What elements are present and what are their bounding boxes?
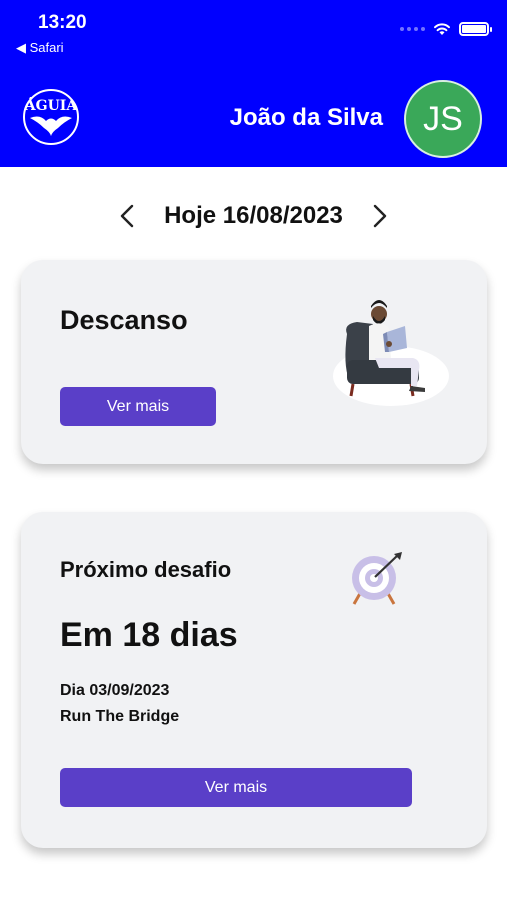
user-name: João da Silva: [229, 104, 383, 131]
target-icon: [352, 552, 402, 605]
date-navigator: Hoje 16/08/2023: [0, 196, 507, 236]
current-date: Hoje 16/08/2023: [164, 202, 343, 229]
rest-card: Descanso Ver mais: [21, 260, 487, 464]
man-reading-in-armchair: [333, 300, 449, 406]
status-time: 13:20: [38, 12, 87, 33]
chevron-left-icon[interactable]: [112, 201, 142, 231]
app-header: 13:20 ◀ Safari ÁGUIA João da Silva JS: [0, 0, 507, 167]
challenge-countdown: Em 18 dias: [60, 616, 238, 654]
rest-details-button[interactable]: Ver mais: [60, 387, 216, 426]
eagle-logo: ÁGUIA: [23, 89, 79, 145]
signal-icon: [400, 27, 425, 31]
wifi-icon: [434, 23, 450, 35]
rest-title: Descanso: [60, 305, 188, 335]
challenge-details-button[interactable]: Ver mais: [60, 768, 412, 807]
challenge-date: Dia 03/09/2023: [60, 682, 170, 699]
status-indicators: [400, 22, 492, 36]
chevron-right-icon[interactable]: [365, 201, 395, 231]
challenge-title: Próximo desafio: [60, 557, 232, 582]
back-to-safari-link[interactable]: ◀ Safari: [16, 40, 64, 56]
svg-text:ÁGUIA: ÁGUIA: [24, 96, 79, 114]
avatar[interactable]: JS: [404, 80, 482, 158]
battery-icon: [459, 22, 492, 36]
challenge-card: Próximo desafio Em 18 dias Dia 03/09/202…: [21, 512, 487, 848]
challenge-event-name: Run The Bridge: [60, 708, 180, 725]
